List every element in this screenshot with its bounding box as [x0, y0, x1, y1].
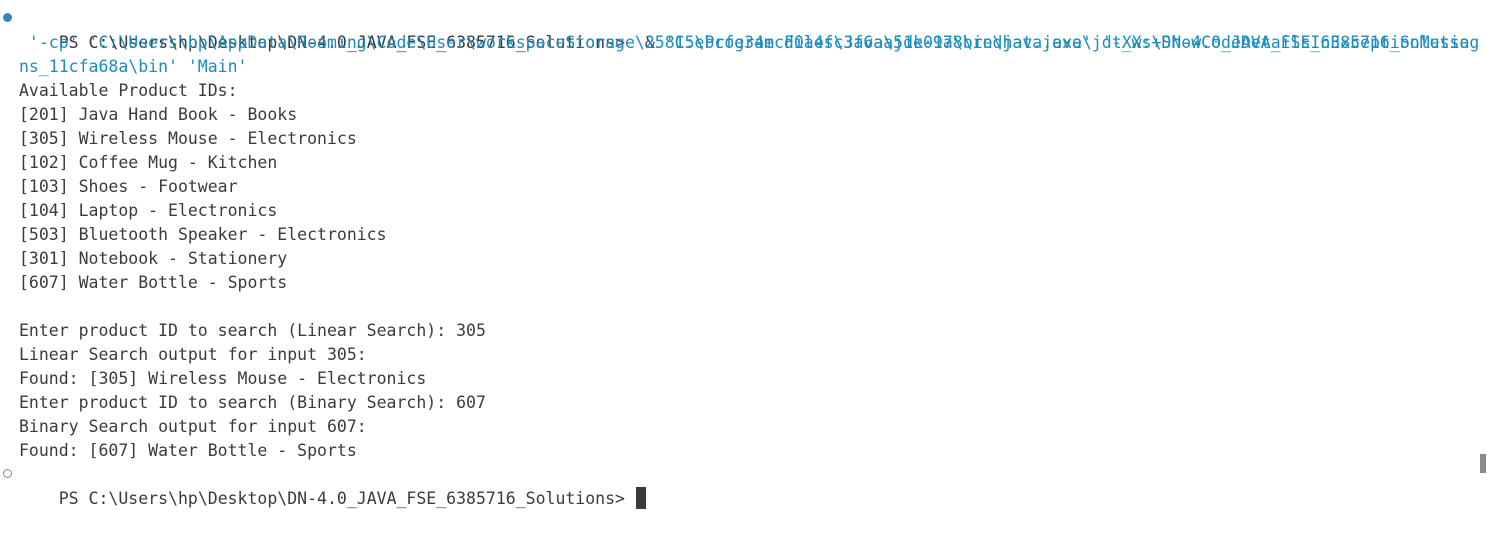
final-prompt-line[interactable]: PS C:\Users\hp\Desktop\DN-4.0_JAVA_FSE_6… — [19, 463, 646, 509]
product-line: [103] Shoes - Footwear — [19, 177, 238, 196]
terminal-panel[interactable]: PS C:\Users\hp\Desktop\DN-4.0_JAVA_FSE_6… — [0, 0, 1487, 509]
product-line: [503] Bluetooth Speaker - Electronics — [19, 225, 387, 244]
product-line: [104] Laptop - Electronics — [19, 201, 278, 220]
classpath-line: '-cp' 'C:\Users\hp\AppData\Roaming\Code\… — [19, 33, 1470, 52]
product-line: [102] Coffee Mug - Kitchen — [19, 153, 278, 172]
scrollbar-thumb[interactable] — [1480, 454, 1486, 473]
binary-search-header: Binary Search output for input 607: — [19, 417, 367, 436]
product-line: [201] Java Hand Book - Books — [19, 105, 298, 124]
classpath-wrap-line: ns_11cfa68a\bin' 'Main' — [19, 57, 248, 76]
product-line: [305] Wireless Mouse - Electronics — [19, 129, 357, 148]
command-line: PS C:\Users\hp\Desktop\DN-4.0_JAVA_FSE_6… — [19, 7, 1487, 52]
product-line: [301] Notebook - Stationery — [19, 249, 288, 268]
linear-search-header: Linear Search output for input 305: — [19, 345, 367, 364]
binary-search-result: Found: [607] Water Bottle - Sports — [19, 441, 357, 460]
binary-search-prompt: Enter product ID to search (Binary Searc… — [19, 393, 486, 412]
terminal-scrollbar[interactable] — [1480, 0, 1487, 492]
linear-search-prompt: Enter product ID to search (Linear Searc… — [19, 321, 486, 340]
command-pending-decoration-icon[interactable] — [3, 469, 12, 478]
available-header: Available Product IDs: — [19, 81, 238, 100]
command-success-decoration-icon[interactable] — [3, 13, 12, 22]
product-line: [607] Water Bottle - Sports — [19, 273, 288, 292]
linear-search-result: Found: [305] Wireless Mouse - Electronic… — [19, 369, 427, 388]
text-cursor — [635, 487, 646, 509]
